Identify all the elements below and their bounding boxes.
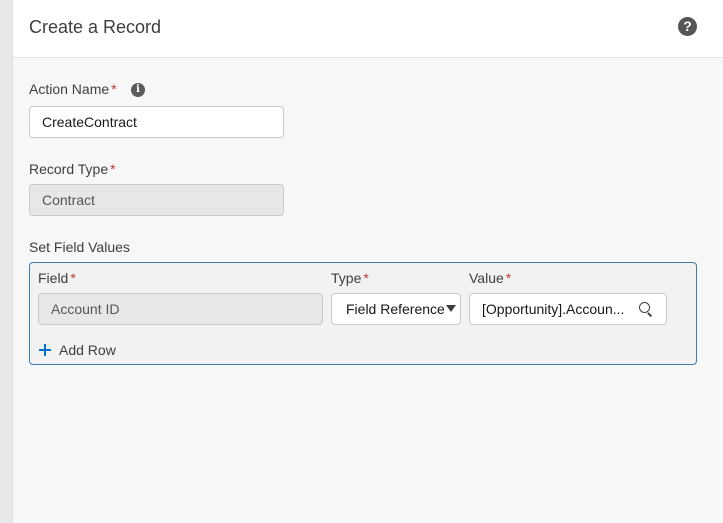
field-column-header-text: Field — [38, 270, 69, 286]
field-column-header: Field * — [38, 270, 76, 286]
search-icon[interactable] — [639, 302, 650, 313]
help-icon[interactable]: ? — [678, 17, 697, 36]
required-mark: * — [363, 270, 369, 286]
panel-title: Create a Record — [29, 17, 162, 37]
action-name-label-text: Action Name — [29, 81, 110, 97]
field-values-box: Field * Type * Value * Account ID Field Ref… — [29, 262, 697, 365]
left-sidebar-strip — [0, 0, 13, 523]
type-column-header-text: Type — [331, 270, 362, 286]
panel-header: Create a Record ? — [13, 0, 723, 58]
value-lookup-input[interactable]: [Opportunity].Accoun... — [469, 293, 667, 325]
value-column-header-text: Value — [469, 270, 504, 286]
required-mark: * — [70, 270, 76, 286]
add-row-button[interactable]: Add Row — [39, 341, 116, 359]
chevron-down-icon — [446, 305, 456, 312]
plus-icon — [39, 344, 51, 356]
action-name-input[interactable] — [29, 106, 284, 138]
type-select[interactable]: Field Reference — [331, 293, 461, 325]
type-select-value: Field Reference — [346, 301, 445, 317]
info-icon[interactable]: i — [131, 83, 145, 97]
record-type-label-text: Record Type — [29, 161, 109, 177]
value-column-header: Value * — [469, 270, 511, 286]
record-type-label: Record Type * — [29, 161, 116, 177]
add-row-label: Add Row — [59, 342, 116, 358]
required-mark: * — [505, 270, 512, 286]
required-mark: * — [111, 81, 117, 97]
field-name-field: Account ID — [38, 293, 323, 325]
type-column-header: Type * — [331, 270, 369, 286]
action-name-label: Action Name * — [29, 81, 117, 97]
create-record-panel: Create a Record ? Action Name* i Record … — [13, 0, 723, 523]
set-field-values-label: Set Field Values — [29, 239, 130, 255]
value-lookup-text: [Opportunity].Accoun... — [482, 301, 625, 317]
record-type-field: Contract — [29, 184, 284, 216]
required-mark: * — [110, 161, 116, 177]
